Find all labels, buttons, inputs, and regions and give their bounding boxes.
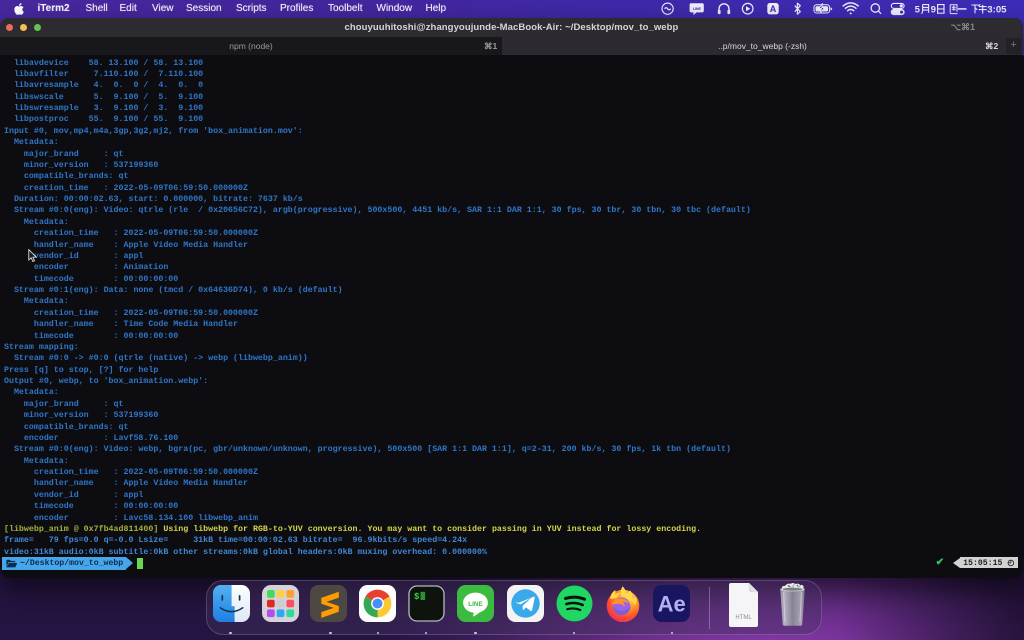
svg-text:HTML: HTML [735,615,752,621]
svg-text:$: $ [414,592,420,602]
svg-text:5: 5 [915,4,921,15]
svg-text:LINE: LINE [693,7,702,11]
svg-text:A: A [770,4,777,14]
svg-text:LINE: LINE [468,601,483,608]
svg-text:Ae: Ae [658,591,686,616]
svg-text:3:05: 3:05 [987,4,1007,15]
svg-text:9: 9 [931,4,936,15]
